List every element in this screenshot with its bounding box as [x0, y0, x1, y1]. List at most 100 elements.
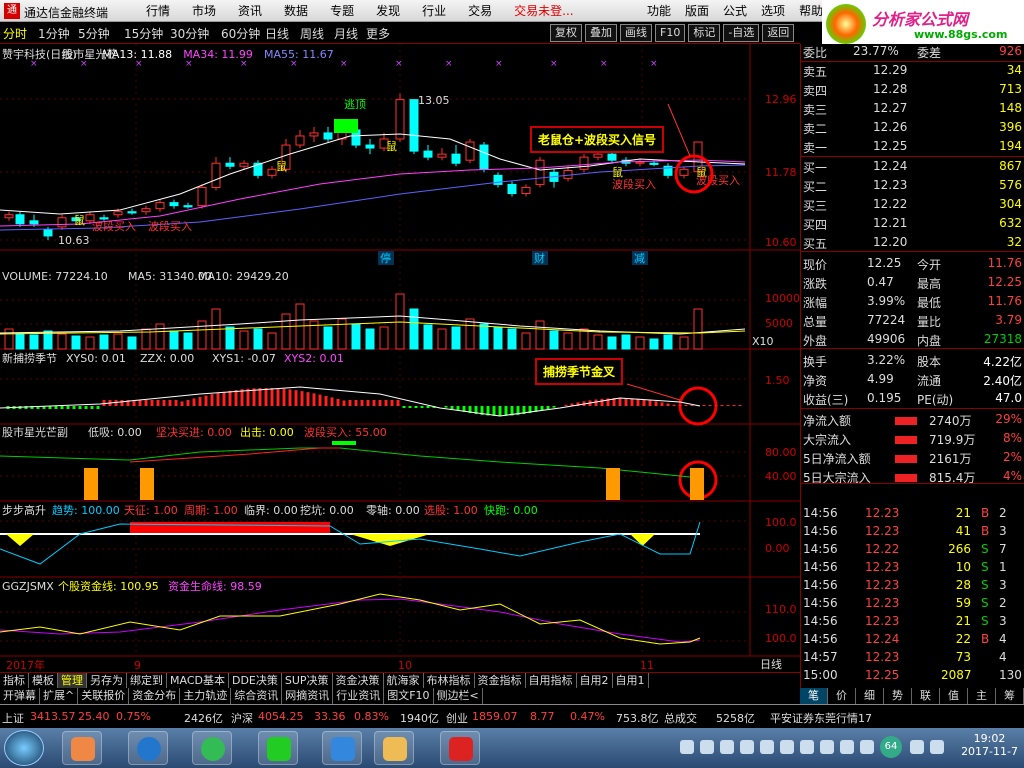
weicha-value: 926 — [999, 44, 1022, 58]
taskbar-ie-app[interactable] — [192, 731, 232, 765]
tray-icon[interactable] — [780, 740, 794, 754]
side-tab[interactable]: 联 — [912, 688, 940, 704]
taskbar-tdx-app[interactable] — [440, 731, 480, 765]
indicator-tab[interactable]: 自用2 — [577, 673, 613, 688]
indicator-tab[interactable]: 航海家 — [384, 673, 424, 688]
info-tab[interactable]: 主力轨迹 — [180, 688, 232, 704]
menu-item[interactable]: 发现 — [365, 2, 411, 20]
toolbar-button[interactable]: -自选 — [723, 24, 760, 42]
side-tab[interactable]: 价 — [828, 688, 856, 704]
toolbar-button[interactable]: 返回 — [762, 24, 795, 42]
tray-wechat-icon[interactable] — [740, 740, 754, 754]
indicator-tab[interactable]: 资金决策 — [333, 673, 384, 688]
taskbar-chart-app[interactable] — [62, 731, 102, 765]
period-tab[interactable]: 周线 — [300, 25, 324, 42]
side-tab[interactable]: 笔 — [800, 688, 828, 704]
side-tab[interactable]: 势 — [884, 688, 912, 704]
taskbar-folder-app[interactable] — [374, 731, 414, 765]
period-tab[interactable]: 60分钟 — [221, 25, 260, 42]
menu-item[interactable]: 行业 — [411, 2, 457, 20]
menu-item[interactable]: 选项 — [754, 2, 792, 20]
tray-icon[interactable] — [680, 740, 694, 754]
start-button[interactable] — [4, 730, 44, 766]
tray-icon[interactable] — [840, 740, 854, 754]
indicator-tab[interactable]: MACD基本 — [167, 673, 229, 688]
callout-box: 捕捞季节金叉 — [535, 358, 624, 385]
info-tab[interactable]: 综合资讯 — [231, 688, 283, 704]
login-status[interactable]: 交易未登... — [503, 2, 584, 20]
period-tab[interactable]: 5分钟 — [78, 25, 110, 42]
info-tab[interactable]: 开弹幕 — [0, 688, 40, 704]
tray-network-icon[interactable] — [930, 740, 944, 754]
tray-volume-icon[interactable] — [910, 740, 924, 754]
info-tab[interactable]: 网摘资讯 — [282, 688, 334, 704]
info-tab[interactable]: 图文F10 — [384, 688, 434, 704]
menu-item[interactable]: 市场 — [181, 2, 227, 20]
tick-row: 14:56 12.23 21 B 2 — [801, 506, 1024, 525]
indicator-tab[interactable]: 资金指标 — [475, 673, 526, 688]
tray-icon[interactable] — [860, 740, 874, 754]
toolbar-button[interactable]: 画线 — [620, 24, 652, 42]
toolbar-button[interactable]: F10 — [655, 24, 686, 42]
period-tab[interactable]: 更多 — [366, 25, 390, 42]
indicator-tab[interactable]: 绑定到 — [127, 673, 167, 688]
taskbar-wechat-app[interactable] — [258, 731, 298, 765]
period-tab[interactable]: 月线 — [334, 25, 358, 42]
info-tab[interactable]: 侧边栏< — [434, 688, 483, 704]
taskbar-clock[interactable]: 19:02 2017-11-7 — [961, 732, 1018, 758]
menu-item[interactable]: 专题 — [319, 2, 365, 20]
period-tab[interactable]: 15分钟 — [124, 25, 163, 42]
tray-icon[interactable] — [800, 740, 814, 754]
indicator-tab[interactable]: 布林指标 — [424, 673, 475, 688]
kline-chart-area[interactable]: 赞宇科技(日线) 股市星光芒 MA13: 11.88 MA34: 11.99 MA55:… — [0, 44, 800, 672]
tick-volume: 21 — [955, 506, 971, 520]
info-tab[interactable]: 行业资讯 — [333, 688, 385, 704]
info-tab[interactable]: 扩展^ — [40, 688, 79, 704]
indicator-tab[interactable]: 自用指标 — [526, 673, 577, 688]
toolbar-button[interactable]: 叠加 — [585, 24, 617, 42]
flow-label: 大宗流入 — [803, 433, 852, 447]
volume-bar — [4, 328, 14, 350]
tray-icon[interactable] — [760, 740, 774, 754]
taskbar-k-app[interactable] — [128, 731, 168, 765]
tray-icon[interactable] — [720, 740, 734, 754]
period-tab[interactable]: 分时 — [3, 25, 27, 42]
side-tab[interactable]: 细 — [856, 688, 884, 704]
menu-item[interactable]: 数据 — [273, 2, 319, 20]
sz-percent: 0.83% — [354, 710, 389, 723]
top-marker: × — [290, 59, 298, 69]
indicator-tab[interactable]: 管理 — [58, 673, 87, 688]
info-tab[interactable]: 资金分布 — [129, 688, 181, 704]
menu-item[interactable]: 行情 — [135, 2, 181, 20]
menu-item[interactable]: 公式 — [716, 2, 754, 20]
stat-value: 0.47 — [867, 275, 894, 289]
notification-badge[interactable]: 64 — [880, 736, 902, 758]
indicator-tab[interactable]: 指标 — [0, 673, 29, 688]
side-tab[interactable]: 筹 — [996, 688, 1024, 704]
tray-icon[interactable] — [820, 740, 834, 754]
toolbar-button[interactable]: 标记 — [688, 24, 721, 42]
indicator-tab[interactable]: SUP决策 — [282, 673, 333, 688]
volume-bar — [607, 336, 617, 350]
tray-icon[interactable] — [700, 740, 714, 754]
sub4-name: GGZJSMX — [2, 580, 54, 593]
indicator-tab[interactable]: DDE决策 — [229, 673, 282, 688]
indicator-tab[interactable]: 自用1 — [613, 673, 649, 688]
side-tab[interactable]: 主 — [968, 688, 996, 704]
period-tab[interactable]: 1分钟 — [38, 25, 70, 42]
toolbar-button[interactable]: 复权 — [550, 24, 582, 42]
menu-item[interactable]: 功能 — [640, 2, 678, 20]
side-tab[interactable]: 值 — [940, 688, 968, 704]
tick-side: B — [981, 632, 990, 646]
menu-item[interactable]: 版面 — [678, 2, 716, 20]
candle-body — [127, 211, 137, 214]
menu-item[interactable]: 资讯 — [227, 2, 273, 20]
flow-label: 5日净流入额 — [803, 452, 871, 466]
menu-item[interactable]: 交易 — [457, 2, 503, 20]
info-tab[interactable]: 关联报价 — [78, 688, 130, 704]
period-tab[interactable]: 30分钟 — [170, 25, 209, 42]
taskbar-trade-app[interactable] — [322, 731, 362, 765]
indicator-tab[interactable]: 模板 — [29, 673, 58, 688]
period-tab[interactable]: 日线 — [265, 25, 289, 42]
indicator-tab[interactable]: 另存为 — [87, 673, 127, 688]
